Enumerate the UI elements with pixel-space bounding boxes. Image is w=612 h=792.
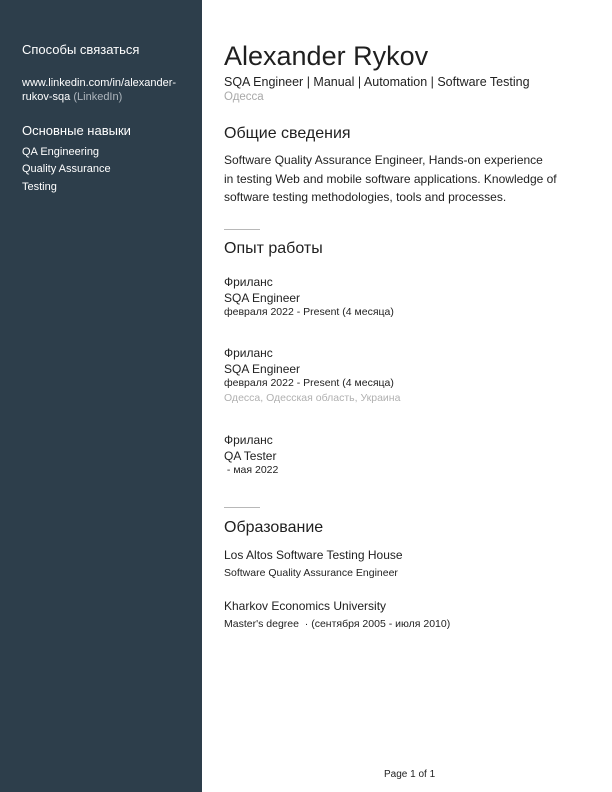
page-number: Page 1 of 1 bbox=[384, 769, 436, 780]
main-content: Alexander Rykov SQA Engineer | Manual | … bbox=[224, 0, 594, 792]
summary-line: Software Quality Assurance Engineer, Han… bbox=[224, 153, 543, 167]
linkedin-url-line2: rukov-sqa bbox=[22, 91, 71, 103]
job-company: Фриланс bbox=[224, 433, 273, 447]
job-role: QA Tester bbox=[224, 449, 277, 463]
experience-title: Опыт работы bbox=[224, 240, 323, 257]
job-company: Фриланс bbox=[224, 275, 273, 289]
school-name: Kharkov Economics University bbox=[224, 599, 387, 613]
section-divider bbox=[224, 507, 260, 508]
headline: SQA Engineer | Manual | Automation | Sof… bbox=[224, 75, 530, 89]
school-degree: Master's degree · (сентября 2005 - июля … bbox=[224, 618, 451, 630]
job-dates: - мая 2022 bbox=[224, 464, 279, 476]
header-location: Одесса bbox=[224, 91, 264, 103]
linkedin-link[interactable]: www.linkedin.com/in/alexander- rukov-sqa… bbox=[22, 76, 176, 104]
job-dates: февраля 2022 - Present (4 месяца) bbox=[224, 377, 394, 389]
summary-title: Общие сведения bbox=[224, 125, 351, 142]
job-role: SQA Engineer bbox=[224, 291, 301, 305]
contacts-heading: Способы связаться bbox=[22, 42, 140, 57]
skill-item: Testing bbox=[22, 181, 57, 193]
linkedin-url-line1: www.linkedin.com/in/alexander- bbox=[22, 77, 177, 89]
summary-line: software testing methodologies, tools an… bbox=[224, 190, 507, 204]
candidate-name: Alexander Rykov bbox=[224, 41, 429, 71]
education-title: Образование bbox=[224, 519, 324, 536]
job-role: SQA Engineer bbox=[224, 362, 301, 376]
summary-line: in testing Web and mobile software appli… bbox=[224, 171, 557, 186]
summary-text: Software Quality Assurance Engineer, Han… bbox=[224, 151, 564, 207]
school-name: Los Altos Software Testing House bbox=[224, 548, 403, 562]
section-divider bbox=[224, 229, 260, 230]
school-degree: Software Quality Assurance Engineer bbox=[224, 567, 398, 579]
job-location: Одесса, Одесская область, Украина bbox=[224, 392, 401, 404]
skill-item: Quality Assurance bbox=[22, 163, 111, 175]
linkedin-url-line2-wrap: rukov-sqa (LinkedIn) bbox=[22, 90, 176, 104]
sidebar: Способы связаться www.linkedin.com/in/al… bbox=[0, 0, 202, 792]
job-company: Фриланс bbox=[224, 346, 273, 360]
job-dates: февраля 2022 - Present (4 месяца) bbox=[224, 306, 394, 318]
linkedin-label: (LinkedIn) bbox=[73, 91, 123, 103]
skills-heading: Основные навыки bbox=[22, 123, 131, 138]
skill-item: QA Engineering bbox=[22, 146, 100, 158]
